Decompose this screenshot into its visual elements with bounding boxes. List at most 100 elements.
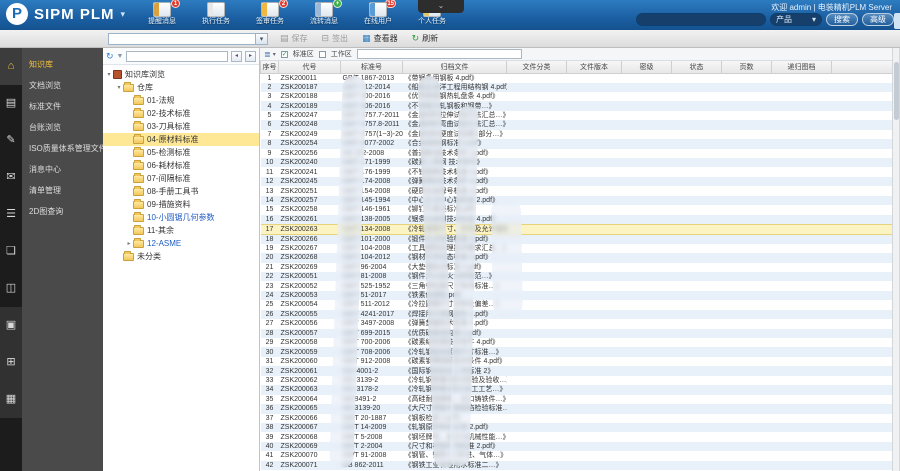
table-cell[interactable]: ZSK200263 — [278, 223, 341, 235]
column-header[interactable]: 代号 — [278, 61, 341, 74]
table-cell[interactable]: ZSK200240 — [278, 158, 341, 168]
table-cell[interactable]: ZSK200011 — [278, 73, 341, 83]
top-toolbar-button[interactable]: 1 提醒消息 — [140, 0, 184, 29]
table-cell[interactable]: ZSK200055 — [278, 309, 341, 320]
table-cell[interactable]: 《三角带轮廓尺寸系列标准…》 — [402, 281, 507, 291]
table-filter-input[interactable] — [356, 49, 522, 59]
table-cell[interactable]: ZSK200068 — [278, 432, 341, 442]
table-row[interactable]: 42 ZSK200071 GB 862-2011 《钢铁工业管理用水标准二…》 — [260, 460, 893, 471]
column-header[interactable]: 标准号 — [340, 61, 403, 74]
table-cell[interactable]: 《钢管、锯条100步进、气体…》 — [402, 451, 507, 461]
table-row[interactable]: 29 ZSK200058 GB/T 700-2006 《碳素结构钢技术条件 4.pdf… — [260, 338, 893, 348]
table-row[interactable]: 16 ZSK200261 GB/T 138-2005 《锯条合金钢技术标准 4.pdf… — [260, 214, 893, 225]
table-cell[interactable]: ZSK200258 — [278, 205, 341, 215]
tree-nav-back-button[interactable]: ◂ — [231, 50, 242, 62]
table-row[interactable]: 1 ZSK200011 GB/T 1867-2013 《带锯条用钢板 4.pdf》 — [260, 73, 893, 83]
column-header[interactable]: 序号 — [260, 61, 279, 74]
sidebar-item-module[interactable]: ISO质量体系管理文件 — [22, 138, 103, 159]
table-cell[interactable]: 《铁素体钢板.pdf》 — [402, 290, 507, 301]
subtoolbar-action-button[interactable]: ▦ 查看器 — [362, 33, 398, 44]
table-cell[interactable]: 《焊接用不锈钢盘条 2.pdf》 — [402, 309, 507, 320]
table-cell[interactable]: ZSK200261 — [278, 214, 341, 225]
sidebar-item-module[interactable]: 消息中心 — [22, 159, 103, 180]
table-cell[interactable]: 《大垫圈技术标准 4.pdf》 — [402, 262, 507, 272]
table-cell[interactable]: ZSK200067 — [278, 422, 341, 433]
top-toolbar-button[interactable]: 15 在线用户 — [356, 0, 400, 29]
subtoolbar-action-button[interactable]: ↻ 刷新 — [412, 33, 439, 44]
sidebar-item-module[interactable]: 标准文件 — [22, 96, 103, 117]
table-cell[interactable]: 《碳素钢薄钢板技术条件 4.pdf》 — [402, 356, 507, 367]
column-header[interactable]: 文件分类 — [506, 61, 567, 74]
tree-node[interactable]: 01-法规 — [103, 94, 259, 107]
table-row[interactable]: 7ZSK200249GB/T 4757(1~3)-2011《金属材料硬度试验第1… — [260, 129, 893, 140]
table-cell[interactable]: ZSK200257 — [278, 195, 341, 206]
table-row[interactable]: 6 ZSK200248 GB/T 4757.8-2011 《金属材料弯曲试验方法汇总…… — [260, 120, 893, 130]
table-cell[interactable]: 《中心孔与中心钻标准 2.pdf》 — [402, 195, 507, 206]
collapse-toolbar-button[interactable]: ⌄ — [418, 0, 464, 13]
combobox-dropdown-button[interactable]: ▾ — [256, 32, 268, 45]
window-icon[interactable]: ▣ — [0, 307, 22, 344]
column-header[interactable]: 状态 — [671, 61, 722, 74]
table-row[interactable]: 13 ZSK200251 GB/T 154-2008 《硬质合金牌号标准 4.pdf》 — [260, 186, 893, 196]
table-cell[interactable]: ZSK200256 — [278, 148, 341, 158]
table-cell[interactable]: ZSK200051 — [278, 271, 341, 282]
table-cell[interactable]: ZSK200064 — [278, 394, 341, 405]
column-header[interactable]: 归档文件 — [402, 61, 507, 74]
tree-node[interactable]: ▸ 12-ASME — [103, 237, 259, 250]
table-cell[interactable]: 《合金结构钢标准 4.pdf》 — [402, 139, 507, 149]
table-row[interactable]: 8 ZSK200254 GB/T 3077-2002 《合金结构钢标准 4.pdf》 — [260, 139, 893, 149]
table-cell[interactable]: ZSK200053 — [278, 290, 341, 301]
table-cell[interactable]: 《冷轧钢带第2部分加工工艺…》 — [402, 385, 507, 395]
tree-node[interactable]: 06-耗材标准 — [103, 159, 259, 172]
table-cell[interactable]: 《锯条合金钢技术标准 4.pdf》 — [402, 214, 507, 225]
mail-icon[interactable]: ✉ — [0, 159, 22, 196]
tree-node[interactable]: 04-原材料标准 — [103, 133, 259, 146]
table-row[interactable]: 24 ZSK200053 GB/T 51-2017 《铁素体钢板.pdf》 — [260, 290, 893, 301]
search-input[interactable] — [636, 13, 766, 26]
tree-node[interactable]: ▾ 仓库 — [103, 81, 259, 94]
table-cell[interactable]: ZSK200245 — [278, 176, 341, 187]
table-row[interactable]: 40 ZSK200069 GB/T 2-2004 《尺寸和样板检验标准 2.pdf》 — [260, 441, 893, 452]
workspace-checkbox[interactable] — [318, 50, 326, 58]
table-cell[interactable]: ZSK200057 — [278, 328, 341, 338]
table-cell[interactable]: ZSK200062 — [278, 375, 341, 386]
table-cell[interactable]: ZSK200269 — [278, 262, 341, 272]
table-row[interactable]: 2 ZSK200187 GB/T 712-2014 《船舶及海洋工程用结构钢 4.pd… — [260, 82, 893, 92]
tree-node[interactable]: ▾ 知识库浏览 — [103, 68, 259, 81]
table-cell[interactable]: 《钢坯牌号、成分与机械性能…》 — [402, 432, 507, 442]
table-cell[interactable]: ZSK200189 — [278, 101, 341, 111]
table-row[interactable]: 30 ZSK200059 GB/T 708-2006 《冷轧钢板和钢带尺寸标准…》 — [260, 347, 893, 357]
top-toolbar-button[interactable]: 执行任务 — [194, 1, 238, 29]
tree-node[interactable]: 09-措施资料 — [103, 198, 259, 211]
table-row[interactable]: 39 ZSK200068 GB/T 5-2008 《钢坯牌号、成分与机械性能…》 — [260, 432, 893, 442]
column-header[interactable]: 递归图档 — [771, 61, 832, 74]
layers-icon[interactable]: ❏ — [0, 233, 22, 270]
table-row[interactable]: 27 ZSK200056 GB/T 3497-2008 《弹簧垫圈技术标准 4.pdf… — [260, 319, 893, 329]
table-cell[interactable]: 《弹簧垫圈技术标准 4.pdf》 — [402, 319, 507, 329]
table-row[interactable]: 11 ZSK200241 GB/T 176-1999 《不锈钢棒技术标准 4.pdf》 — [260, 167, 893, 177]
quick-open-input[interactable] — [108, 32, 256, 45]
table-row[interactable]: 25 ZSK200054 GB/T 511-2012 《冷拉圆钢尺寸式样及偏差…》 — [260, 300, 893, 310]
tree-filter-input[interactable] — [126, 50, 228, 62]
column-header[interactable]: 页数 — [721, 61, 772, 74]
tree-node[interactable]: 10-小圆锯几何参数 — [103, 211, 259, 224]
image-icon[interactable]: ▦ — [0, 381, 22, 418]
edit-icon[interactable]: ✎ — [0, 122, 22, 159]
table-cell[interactable]: 《工具钢热处理技术要求汇总…》 — [402, 243, 507, 254]
table-cell[interactable]: 《优质碳素结构钢 4.pdf》 — [402, 328, 507, 338]
table-cell[interactable]: ZSK200058 — [278, 338, 341, 348]
table-cell[interactable]: 《船舶及海洋工程用结构钢 4.pdf》 — [402, 82, 507, 92]
app-logo[interactable]: P SIPM PLM ▾ — [6, 3, 125, 25]
table-row[interactable]: 3 ZSK200188 GB/T 300-2016 《优质碳素钢热轧盘条 4.pdf》 — [260, 91, 893, 102]
table-row[interactable]: 37 ZSK200066 GB/T 20-1887 《钢板检验 2.pdf》 — [260, 413, 893, 423]
table-cell[interactable]: ZSK200059 — [278, 347, 341, 357]
sidebar-item-active[interactable]: 知识库 — [22, 54, 103, 75]
column-menu-icon[interactable]: ≣ — [264, 50, 271, 59]
tree-refresh-icon[interactable]: ↻ — [106, 49, 114, 64]
table-cell[interactable]: 《冷轧钢带尺寸、外形及允许偏差…》 — [402, 223, 507, 235]
table-cell[interactable]: ZSK200241 — [278, 167, 341, 177]
table-cell[interactable]: 《钢板检验 2.pdf》 — [402, 413, 507, 423]
table-cell[interactable]: ZSK200266 — [278, 234, 341, 244]
table-cell[interactable]: ZSK200267 — [278, 243, 341, 254]
standard-area-checkbox[interactable] — [280, 50, 288, 58]
